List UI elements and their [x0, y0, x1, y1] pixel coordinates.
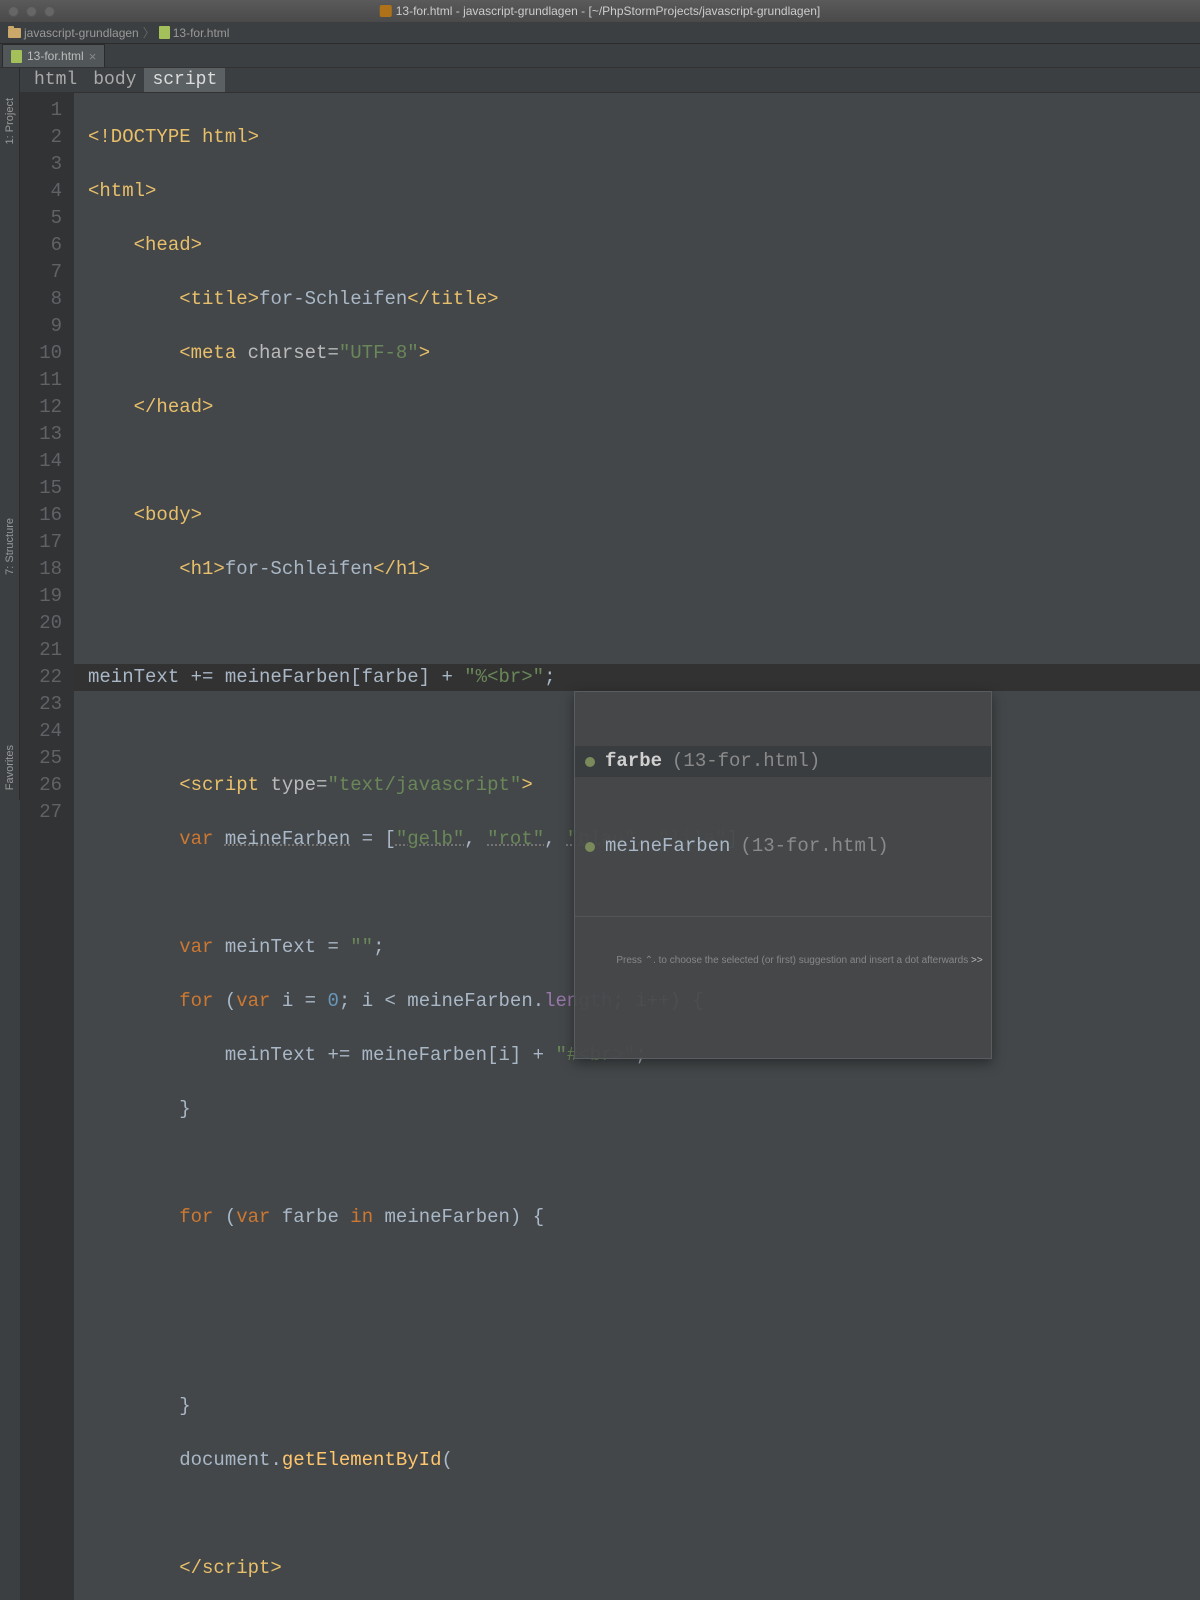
tab-label: 13-for.html	[27, 49, 84, 63]
window-titlebar: 13-for.html - javascript-grundlagen - [~…	[0, 0, 1200, 22]
minimize-window-icon[interactable]	[26, 6, 37, 17]
line-gutter: 123 456 789 101112 131415 161718 192021 …	[20, 93, 74, 1600]
app-icon	[380, 5, 392, 17]
editor-tabs: 13-for.html ×	[0, 44, 1200, 68]
file-icon	[11, 50, 22, 63]
suggestion-icon	[585, 842, 595, 852]
autocomplete-item[interactable]: farbe (13-for.html)	[575, 746, 991, 777]
autocomplete-hint: Press ⌃. to choose the selected (or firs…	[575, 916, 991, 1004]
file-icon	[159, 26, 170, 39]
code-editor[interactable]: 123 456 789 101112 131415 161718 192021 …	[20, 93, 1200, 1600]
crumb-body[interactable]: body	[85, 68, 144, 92]
close-icon[interactable]: ×	[89, 49, 97, 64]
breadcrumb-project[interactable]: javascript-grundlagen	[8, 26, 139, 40]
crumb-html[interactable]: html	[26, 68, 85, 92]
rail-project-button[interactable]: 1: Project	[4, 98, 16, 144]
suggestion-icon	[585, 757, 595, 767]
breadcrumb-file[interactable]: 13-for.html	[159, 26, 230, 40]
tool-window-rail: 1: Project 7: Structure Favorites	[0, 68, 20, 800]
window-title: 13-for.html - javascript-grundlagen - [~…	[380, 4, 821, 18]
rail-structure-button[interactable]: 7: Structure	[4, 518, 16, 575]
folder-icon	[8, 28, 21, 38]
autocomplete-item[interactable]: meineFarben (13-for.html)	[575, 831, 991, 862]
navigation-bar: javascript-grundlagen 〉 13-for.html	[0, 22, 1200, 44]
rail-favorites-button[interactable]: Favorites	[4, 745, 16, 790]
traffic-lights	[8, 6, 55, 17]
zoom-window-icon[interactable]	[44, 6, 55, 17]
structure-breadcrumbs: html body script	[20, 68, 1200, 93]
chevron-right-icon: 〉	[143, 24, 155, 41]
autocomplete-popup[interactable]: farbe (13-for.html) meineFarben (13-for.…	[574, 691, 992, 1059]
tab-file[interactable]: 13-for.html ×	[2, 44, 105, 67]
code-content[interactable]: <!DOCTYPE html> <html> <head> <title>for…	[74, 93, 1200, 1600]
crumb-script[interactable]: script	[144, 68, 225, 92]
close-window-icon[interactable]	[8, 6, 19, 17]
